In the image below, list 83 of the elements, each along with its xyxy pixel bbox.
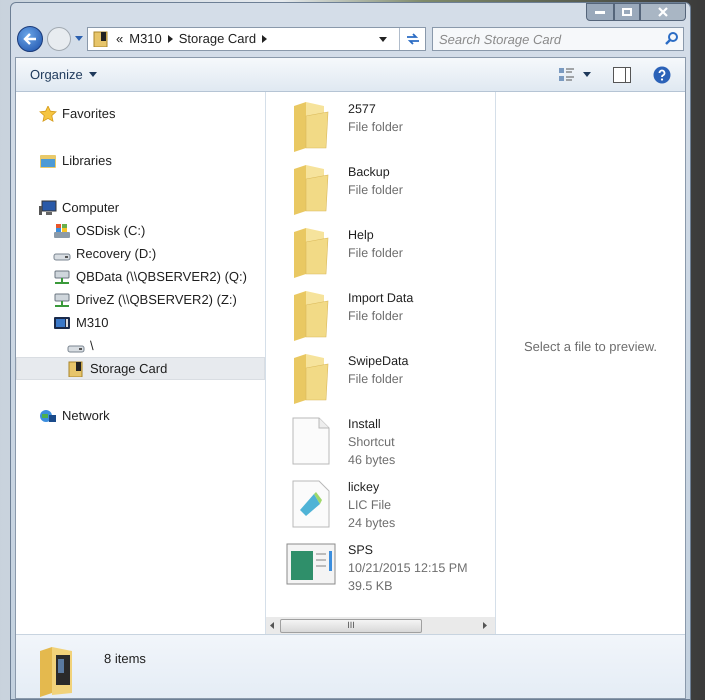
chevron-icon [262,35,268,43]
file-name: 2577 [348,101,377,118]
drive-icon [67,344,85,352]
maximize-button[interactable] [614,3,640,21]
blank-file-icon [292,417,330,465]
nav-item[interactable]: Computer [16,196,265,219]
file-item[interactable]: Install Shortcut 46 bytes [286,415,495,478]
network-globe-icon [39,408,57,424]
star-icon [39,106,57,122]
view-options-button[interactable] [559,68,591,82]
file-item[interactable]: Import Data File folder [286,289,495,352]
caret-icon [88,72,97,77]
file-name: Help [348,227,375,244]
preview-pane-button[interactable] [613,66,631,82]
nav-item[interactable]: M310 [16,311,265,334]
breadcrumb[interactable]: M310 [129,29,162,49]
file-name: SPS [348,542,374,559]
file-name: SwipeData [348,353,408,370]
breadcrumb[interactable]: Storage Card [178,29,256,49]
item-count: 8 items [104,650,146,668]
file-detail: 46 bytes [348,452,396,469]
preview-message: Select a file to preview. [524,338,657,356]
caret-icon [583,72,591,77]
file-name: Import Data [348,290,414,307]
file-detail: Shortcut [348,434,396,451]
file-detail: File folder [348,119,403,136]
file-item[interactable]: Help File folder [286,226,495,289]
application-window-icon [286,543,336,585]
file-item[interactable]: Backup File folder [286,163,495,226]
file-detail: 10/21/2015 12:15 PM [348,560,468,577]
search-icon [665,32,678,45]
file-item[interactable]: SwipeData File folder [286,352,495,415]
file-detail: File folder [348,245,403,262]
computer-icon [39,200,57,216]
nav-item[interactable]: Libraries [16,149,265,172]
left-arrow-icon [23,33,37,45]
notepad-file-icon [292,480,330,528]
horizontal-scrollbar[interactable]: III [266,617,495,634]
file-name: lickey [348,479,380,496]
nav-item[interactable]: OSDisk (C:) [16,219,265,242]
file-detail: LIC File [348,497,392,514]
right-arrow-icon [483,622,487,629]
refresh-arrows-icon [406,33,420,45]
close-button[interactable] [640,3,686,21]
help-icon[interactable] [653,66,671,84]
nav-item[interactable]: Storage Card [16,357,265,380]
nav-item[interactable]: \ [16,334,265,357]
file-item[interactable]: lickey LIC File 24 bytes [286,478,495,541]
caret-icon [75,36,83,42]
network-drive-icon [53,268,71,284]
file-item[interactable]: 2577 File folder [286,100,495,163]
memory-card-icon [92,31,110,47]
chevron-icon [168,35,173,43]
file-detail: 39.5 KB [348,578,394,595]
nav-item[interactable]: DriveZ (\\QBSERVER2) (Z:) [16,288,265,311]
back-button[interactable] [17,26,43,52]
file-detail: File folder [348,308,404,325]
address-bar[interactable]: « M310 Storage Card [87,27,426,51]
file-detail: File folder [348,182,403,199]
nav-item[interactable]: QBData (\\QBSERVER2) (Q:) [16,265,265,288]
file-detail: File folder [348,371,404,388]
file-item[interactable]: SPS 10/21/2015 12:15 PM 39.5 KB [286,541,495,604]
memory-card-icon [67,360,85,376]
network-drive-icon [53,292,71,308]
file-detail: 24 bytes [348,515,396,532]
search-field[interactable]: Search Storage Card [432,27,684,51]
close-icon [658,7,668,17]
organize-button[interactable]: Organize [30,64,97,84]
breadcrumb-overflow[interactable]: « [116,29,124,49]
file-name: Install [348,416,382,433]
device-icon [53,314,71,330]
nav-item[interactable]: Favorites [16,102,265,125]
windows-drive-icon [53,222,71,238]
nav-item[interactable]: Network [16,404,265,427]
minimize-button[interactable] [586,3,614,21]
details-view-icon [559,68,575,82]
left-arrow-icon [270,622,274,629]
library-folder-icon [39,152,57,168]
drive-icon [53,252,71,260]
nav-item[interactable]: Recovery (D:) [16,242,265,265]
scrollbar-thumb[interactable]: III [280,618,422,632]
file-name: Backup [348,164,391,181]
caret-icon [379,36,387,42]
